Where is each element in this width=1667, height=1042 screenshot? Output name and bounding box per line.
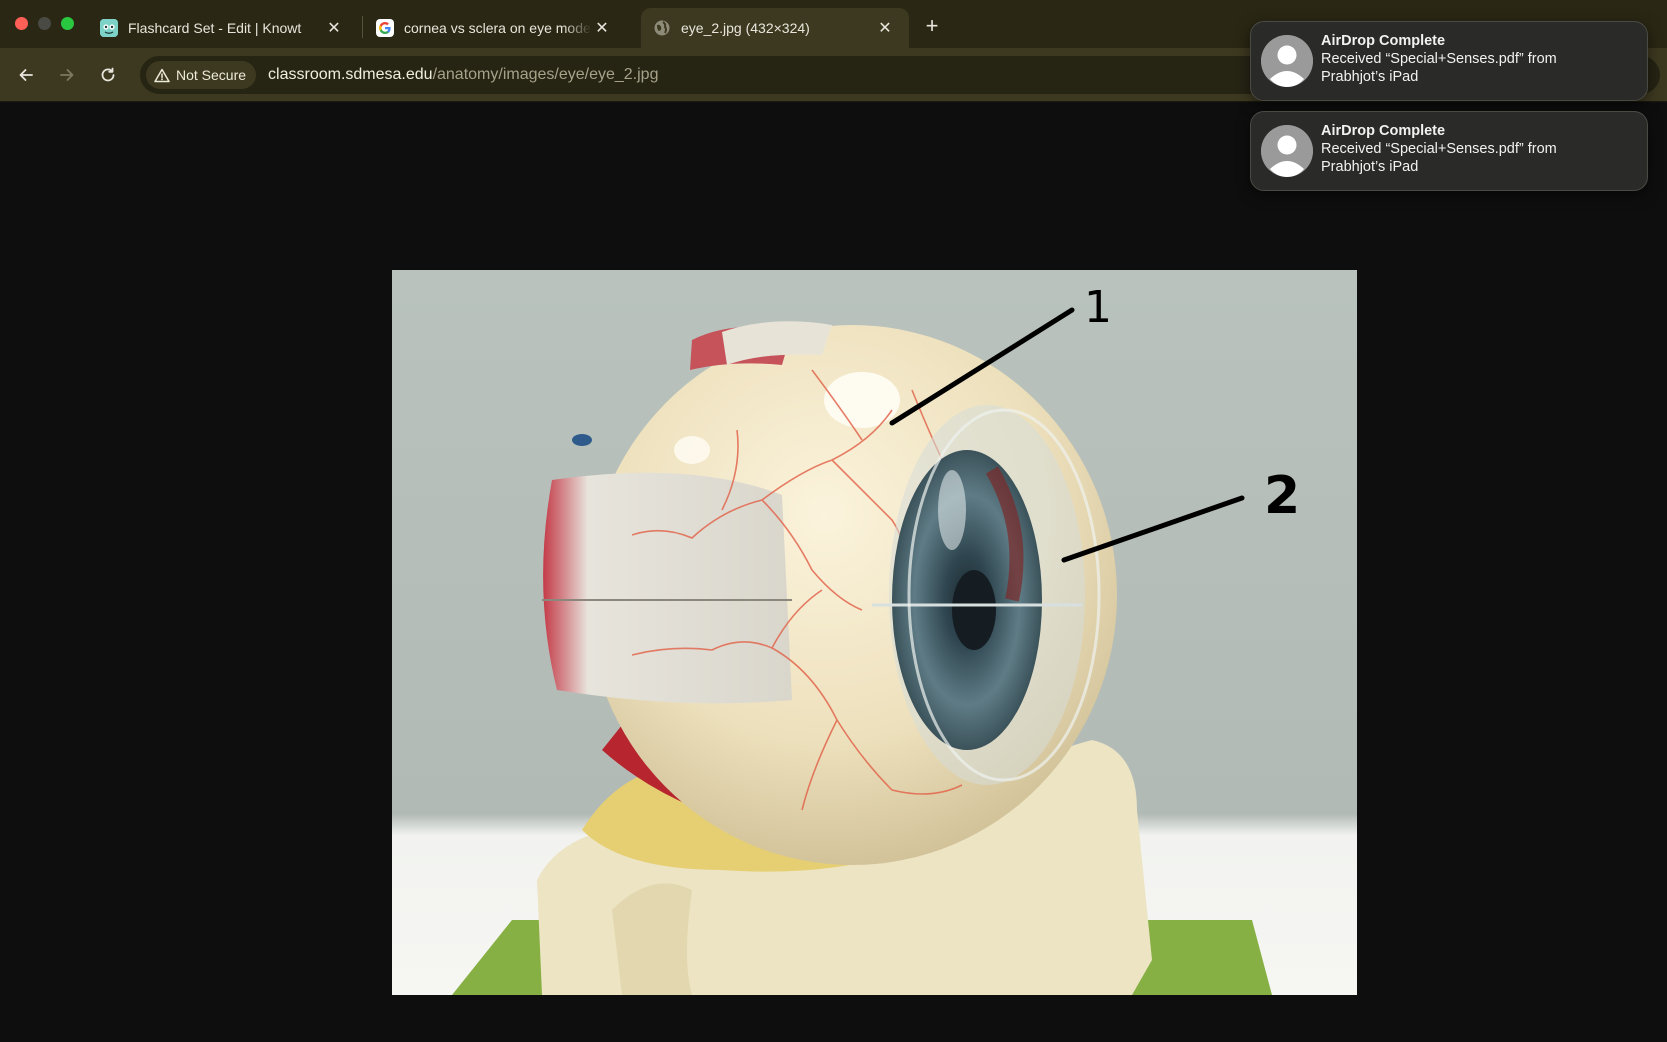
airdrop-notification[interactable]: AirDrop Complete Received “Special+Sense… xyxy=(1250,111,1648,191)
tab-knowt[interactable]: Flashcard Set - Edit | Knowt ✕ xyxy=(88,8,358,48)
image-viewer: 1 2 xyxy=(0,102,1667,1042)
airdrop-notification[interactable]: AirDrop Complete Received “Special+Sense… xyxy=(1250,21,1648,101)
warning-icon xyxy=(154,68,170,82)
new-tab-button[interactable]: + xyxy=(918,12,946,40)
notification-title: AirDrop Complete xyxy=(1321,33,1446,49)
close-icon[interactable]: ✕ xyxy=(592,18,612,38)
arrow-left-icon xyxy=(19,69,33,81)
close-icon[interactable]: ✕ xyxy=(875,18,895,38)
avatar xyxy=(1261,35,1313,87)
reload-button[interactable] xyxy=(93,60,123,90)
tab-title: cornea vs sclera on eye mode xyxy=(404,20,591,36)
notification-body: Received “Special+Senses.pdf” from Prabh… xyxy=(1321,141,1557,175)
avatar xyxy=(1261,125,1313,177)
notification-title: AirDrop Complete xyxy=(1321,123,1446,139)
google-icon xyxy=(376,19,394,37)
url-host: classroom.sdmesa.edu xyxy=(268,66,433,83)
globe-icon xyxy=(653,19,671,37)
notification-body: Received “Special+Senses.pdf” from Prabh… xyxy=(1321,51,1557,85)
close-icon[interactable]: ✕ xyxy=(324,18,344,38)
minimize-window-button[interactable] xyxy=(38,17,51,30)
tab-separator xyxy=(362,16,363,38)
knowt-icon xyxy=(100,19,118,37)
annotation-label-2: 2 xyxy=(1264,466,1301,526)
url-text[interactable]: classroom.sdmesa.edu/anatomy/images/eye/… xyxy=(268,66,658,84)
annotation-label-1: 1 xyxy=(1084,282,1112,333)
eye-model-photo: 1 2 xyxy=(392,270,1357,995)
tab-title: eye_2.jpg (432×324) xyxy=(681,20,810,36)
tab-google-search[interactable]: cornea vs sclera on eye mode ✕ xyxy=(364,8,626,48)
url-path: /anatomy/images/eye/eye_2.jpg xyxy=(432,66,659,83)
back-button[interactable] xyxy=(11,60,41,90)
security-label: Not Secure xyxy=(176,67,247,83)
security-indicator[interactable]: Not Secure xyxy=(146,61,257,89)
tab-eye-image[interactable]: eye_2.jpg (432×324) ✕ xyxy=(641,8,909,48)
forward-button[interactable] xyxy=(52,60,82,90)
arrow-right-icon xyxy=(60,69,74,81)
tab-title: Flashcard Set - Edit | Knowt xyxy=(128,20,302,36)
close-window-button[interactable] xyxy=(15,17,28,30)
reload-icon xyxy=(101,67,115,82)
zoom-window-button[interactable] xyxy=(61,17,74,30)
